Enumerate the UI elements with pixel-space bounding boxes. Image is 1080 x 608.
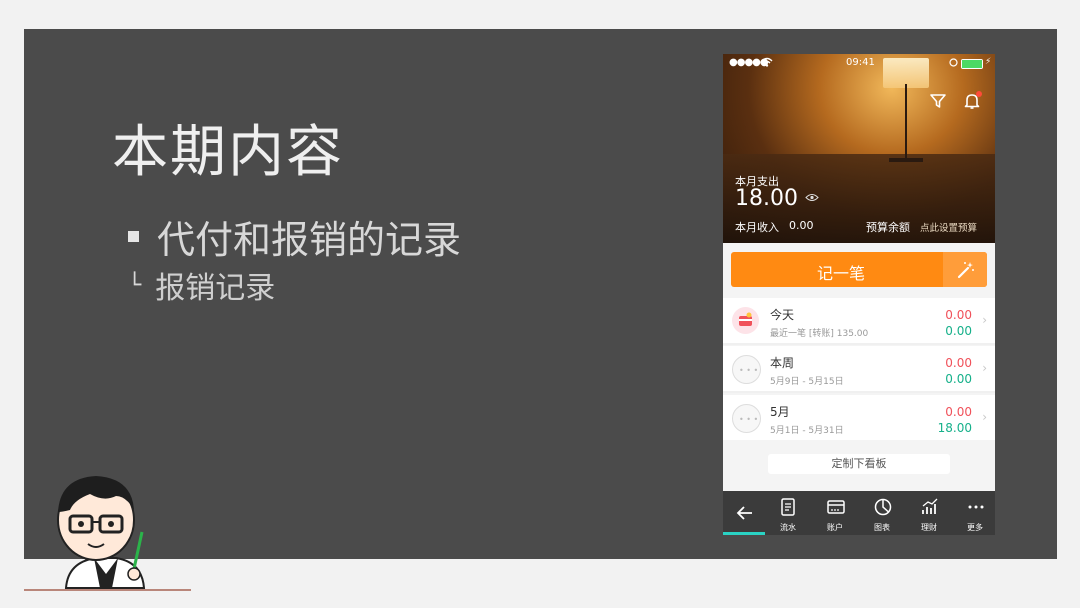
lamp-pole [905,84,907,159]
row-title: 今天 [770,308,795,322]
tab-label: 图表 [874,523,890,532]
bullet-square-icon [128,231,139,242]
record-button-label: 记一笔 [816,264,865,283]
list-item[interactable]: 今天 最近一笔 [转账] 135.00 0.00 0.00 › [723,298,995,343]
row-expense: 0.00 [945,405,972,419]
phone-screen: ●●●●● 09:41 ⚡ 本月支出 18.00 本月收入 0.00 预算余额 … [723,54,995,535]
back-arrow-icon [736,506,752,520]
divider [723,391,995,393]
svg-text:• • •: • • • [739,415,758,424]
sub-item-text: 报销记录 [155,271,276,306]
lamp-base [889,158,923,162]
list-item[interactable]: • • • 本周 5月9日 - 5月15日 0.00 0.00 › [723,346,995,391]
card-icon [827,500,845,514]
sub-item: └ 报销记录 [128,263,275,307]
chevron-right-icon: › [982,410,987,424]
row-title: 本周 [770,356,795,370]
list-doc-icon [781,498,795,516]
expense-value: 18.00 [735,186,798,211]
tab-label: 流水 [780,523,796,532]
row-subtitle: 5月1日 - 5月31日 [770,426,844,436]
budget-label: 预算余额 [866,221,910,234]
calendar-week-icon: • • • [732,355,761,384]
calendar-month-icon: • • • [732,404,761,433]
record-button[interactable]: 记一笔 [731,252,987,287]
tab-label: 理财 [921,523,937,532]
presenter-underline [24,589,191,591]
row-income: 18.00 [937,421,972,435]
tab-bar: 流水 账户 图表 理财 更多 [723,491,995,535]
bullet-text: 代付和报销的记录 [157,218,462,262]
active-tab-indicator [723,532,765,535]
tab-label: 账户 [827,523,843,532]
tab-label: 更多 [967,523,983,532]
customize-board-button[interactable]: 定制下看板 [768,454,950,474]
tab-back[interactable] [723,491,769,535]
eye-icon[interactable] [805,193,819,202]
pie-chart-icon [874,498,892,516]
tab-more[interactable]: 更多 [952,491,995,535]
divider [723,343,995,345]
income-value: 0.00 [789,219,814,232]
growth-chart-icon [922,498,938,514]
wifi-icon [761,57,773,67]
battery-icon [961,59,983,69]
presenter-avatar [57,476,146,589]
tab-transactions[interactable]: 流水 [765,491,811,535]
row-expense: 0.00 [945,308,972,322]
notification-badge [976,91,982,97]
chevron-right-icon: › [982,361,987,375]
filter-icon[interactable] [929,92,947,110]
sub-item-marker: └ [128,272,142,298]
row-title: 5月 [770,405,790,419]
charging-icon: ⚡ [985,57,992,67]
chevron-right-icon: › [982,313,987,327]
wallet-icon [732,307,759,334]
svg-text:• • •: • • • [739,366,758,375]
tab-charts[interactable]: 图表 [859,491,905,535]
header-banner: ●●●●● 09:41 ⚡ 本月支出 18.00 本月收入 0.00 预算余额 … [723,54,995,243]
row-subtitle: 5月9日 - 5月15日 [770,377,844,387]
quick-record-button[interactable] [943,252,987,287]
row-subtitle: 最近一笔 [转账] 135.00 [770,329,869,339]
slide-title: 本期内容 [112,120,344,185]
set-budget-link[interactable]: 点此设置预算 [920,220,977,234]
more-dots-icon [968,505,984,509]
status-time: 09:41 [846,57,875,68]
tab-finance[interactable]: 理财 [906,491,952,535]
status-bar: ●●●●● 09:41 ⚡ [723,54,995,72]
row-income: 0.00 [945,372,972,386]
row-income: 0.00 [945,324,972,338]
income-label: 本月收入 [735,221,779,234]
list-item[interactable]: • • • 5月 5月1日 - 5月31日 0.00 18.00 › [723,395,995,440]
alarm-icon [949,58,958,67]
magic-wand-icon [957,262,974,279]
tab-accounts[interactable]: 账户 [812,491,858,535]
row-expense: 0.00 [945,356,972,370]
bullet-item: 代付和报销的记录 [128,209,461,264]
